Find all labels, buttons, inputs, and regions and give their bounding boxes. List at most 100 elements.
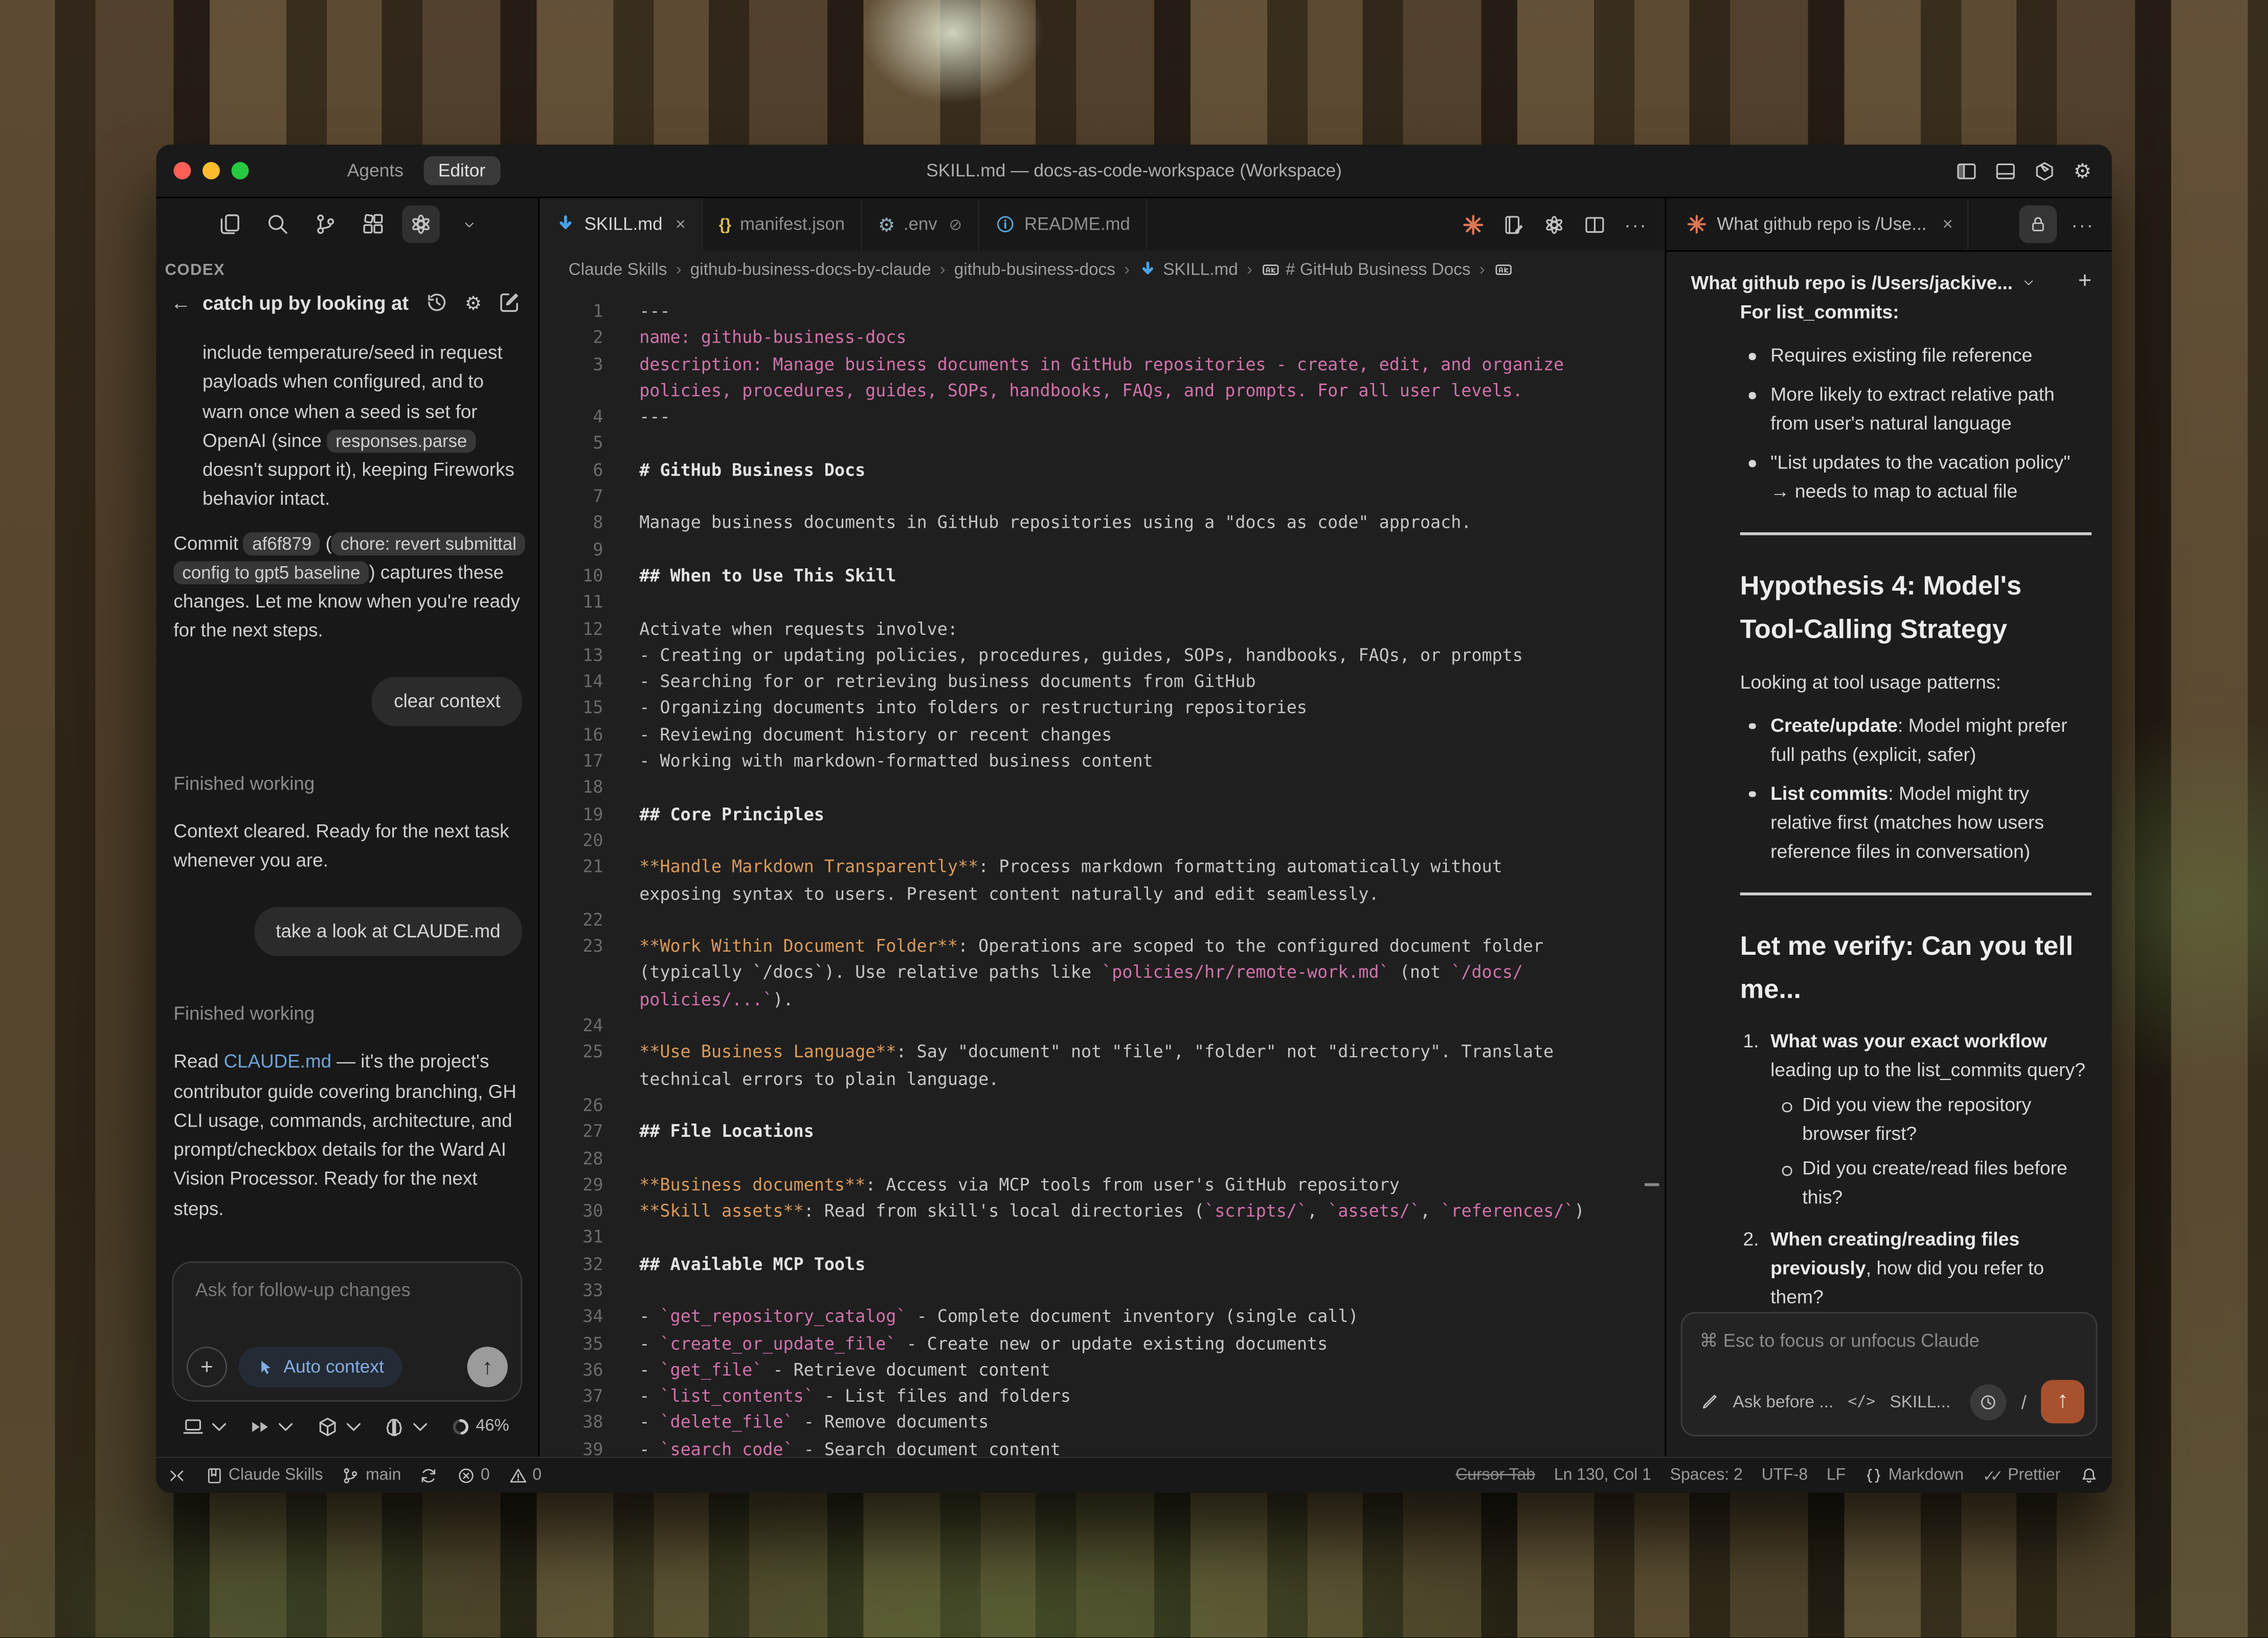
history-clock-button[interactable] [1970, 1383, 2007, 1420]
statusbar-item-markdown[interactable]: Markdown [1865, 1466, 1964, 1484]
statusbar-item-claude-skills[interactable]: Claude Skills [205, 1466, 323, 1484]
claude-icon[interactable] [1463, 213, 1484, 235]
overview-ruler-mark [1645, 1183, 1659, 1186]
codex-prompt-input[interactable] [192, 1277, 502, 1302]
line-number: 18 [540, 774, 603, 801]
more-actions-icon[interactable]: ··· [1624, 215, 1647, 234]
active-file-label[interactable]: SKILL... [1890, 1392, 1950, 1412]
history-icon[interactable] [426, 291, 449, 314]
notebook-edit-icon[interactable] [1503, 213, 1524, 235]
user-message-bubble[interactable]: clear context [372, 677, 522, 726]
screenshot-stage: Agents Editor SKILL.md — docs-as-code-wo… [0, 0, 2268, 1637]
statusbar-item-lf[interactable]: LF [1827, 1467, 1846, 1484]
editor-tab[interactable]: {}manifest.json [703, 198, 862, 251]
close-icon[interactable]: × [676, 214, 686, 235]
statusbar-item-0[interactable]: 0 [509, 1466, 542, 1484]
settings-gear-icon[interactable]: ⚙ [465, 293, 482, 312]
search-icon[interactable] [259, 206, 297, 243]
gear-icon[interactable]: ⚙ [2073, 161, 2092, 181]
conversation-title[interactable]: What github repo is /Users/jackive... [1691, 271, 2013, 293]
line-number: 23 [540, 933, 603, 960]
editor-tab[interactable]: README.md [979, 198, 1147, 251]
code-line: 11 [540, 589, 1665, 616]
openai-icon[interactable] [1543, 213, 1565, 235]
new-conversation-button[interactable]: + [2078, 269, 2092, 295]
close-icon[interactable]: × [1942, 214, 1952, 235]
claude-input-box[interactable]: Ask before ... </> SKILL... / ↑ [1681, 1312, 2098, 1436]
minimize-window-button[interactable] [203, 162, 220, 179]
remote-icon [168, 1466, 186, 1484]
editor-tab[interactable]: ⚙.env⊘ [862, 198, 979, 251]
lock-button[interactable] [2019, 206, 2057, 243]
claude-send-button[interactable]: ↑ [2041, 1380, 2084, 1423]
auto-context-button[interactable]: Auto context [239, 1347, 401, 1387]
statusbar-item-ln-130-col-1[interactable]: Ln 130, Col 1 [1554, 1467, 1651, 1484]
split-editor-icon[interactable] [1584, 213, 1605, 235]
line-number: 24 [540, 1013, 603, 1039]
editor-tab[interactable]: SKILL.md× [540, 198, 703, 251]
toggle-panel-icon[interactable] [1995, 160, 2017, 182]
claude-prompt-input[interactable] [1682, 1313, 2096, 1351]
statusbar-item[interactable] [420, 1466, 438, 1484]
breadcrumb-item[interactable]: github-business-docs-by-claude [690, 259, 931, 279]
more-actions-icon[interactable]: ··· [2071, 215, 2094, 234]
toggle-sidebar-icon[interactable] [1956, 160, 1978, 182]
mode-tab-editor[interactable]: Editor [424, 156, 500, 185]
sub-list-item: Did you create/read files before this? [1770, 1155, 2092, 1213]
openai-codex-icon[interactable] [402, 206, 440, 243]
paragraph: For list_commits: [1740, 304, 2092, 327]
new-chat-icon[interactable] [498, 291, 521, 314]
cube-icon [317, 1416, 338, 1437]
chevron-down-icon[interactable] [450, 206, 488, 243]
list-number: 2. [1743, 1224, 1759, 1253]
breadcrumb-item[interactable]: # GitHub Business Docs [1261, 259, 1471, 279]
line-content [603, 1013, 1665, 1039]
back-icon[interactable]: ← [171, 291, 191, 314]
chevron-down-icon[interactable] [2022, 276, 2034, 288]
extensions-icon[interactable] [354, 206, 392, 243]
slash-commands-button[interactable]: / [2021, 1391, 2026, 1412]
codex-send-button[interactable]: ↑ [467, 1347, 508, 1387]
statusbar-item-spaces-2[interactable]: Spaces: 2 [1670, 1467, 1743, 1484]
code-line: policies, procedures, guides, SOPs, hand… [540, 377, 1665, 404]
code-line: 25**Use Business Language**: Say "docume… [540, 1039, 1665, 1066]
statusbar-item-0[interactable]: 0 [457, 1466, 489, 1484]
line-content: - `create_or_update_file` - Create new o… [603, 1330, 1665, 1357]
statusbar-item-utf-8[interactable]: UTF-8 [1762, 1467, 1808, 1484]
maximize-window-button[interactable] [232, 162, 249, 179]
statusbar-item[interactable] [2079, 1466, 2097, 1484]
add-attachment-button[interactable]: + [187, 1347, 227, 1387]
permission-mode-label[interactable]: Ask before ... [1733, 1392, 1834, 1412]
titlebar: Agents Editor SKILL.md — docs-as-code-wo… [156, 145, 2112, 198]
speed-selector[interactable] [250, 1416, 297, 1437]
thread-title[interactable]: catch up by looking at [203, 291, 409, 313]
device-selector[interactable] [182, 1416, 230, 1437]
codex-toolbar: 46% [156, 1402, 538, 1456]
line-content: - `get_file` - Retrieve document content [603, 1357, 1665, 1383]
context-usage-indicator[interactable]: 46% [451, 1417, 509, 1436]
breadcrumb-item[interactable]: SKILL.md [1138, 259, 1238, 279]
statusbar-item-main[interactable]: main [342, 1466, 401, 1484]
statusbar-item[interactable] [168, 1466, 186, 1484]
statusbar-item-cursor-tab[interactable]: Cursor Tab [1455, 1467, 1535, 1484]
explorer-icon[interactable] [211, 206, 249, 243]
model-selector[interactable] [317, 1416, 364, 1437]
mode-tab-agents[interactable]: Agents [339, 156, 412, 185]
reasoning-selector[interactable] [384, 1416, 432, 1437]
breadcrumb-item[interactable]: Claude Skills [569, 259, 667, 279]
close-window-button[interactable] [173, 162, 191, 179]
line-number: 21 [540, 854, 603, 880]
clock-icon [1979, 1392, 1998, 1411]
source-control-icon[interactable] [307, 206, 345, 243]
package-icon[interactable] [2034, 160, 2056, 182]
line-content: --- [603, 298, 1665, 325]
line-number: 31 [540, 1224, 603, 1251]
breadcrumb-item[interactable]: github-business-docs [954, 259, 1115, 279]
user-message-bubble[interactable]: take a look at CLAUDE.md [254, 907, 522, 956]
breadcrumb-item[interactable] [1494, 260, 1513, 279]
code-line: 14- Searching for or retrieving business… [540, 668, 1665, 695]
codex-input-box[interactable]: + Auto context ↑ [172, 1261, 522, 1401]
code-editor[interactable]: 1---2name: github-business-docs3descript… [540, 288, 1665, 1456]
statusbar-item-prettier[interactable]: ✓✓Prettier [1983, 1466, 2060, 1485]
claude-chat-tab[interactable]: What github repo is /Use... × [1666, 198, 1968, 251]
